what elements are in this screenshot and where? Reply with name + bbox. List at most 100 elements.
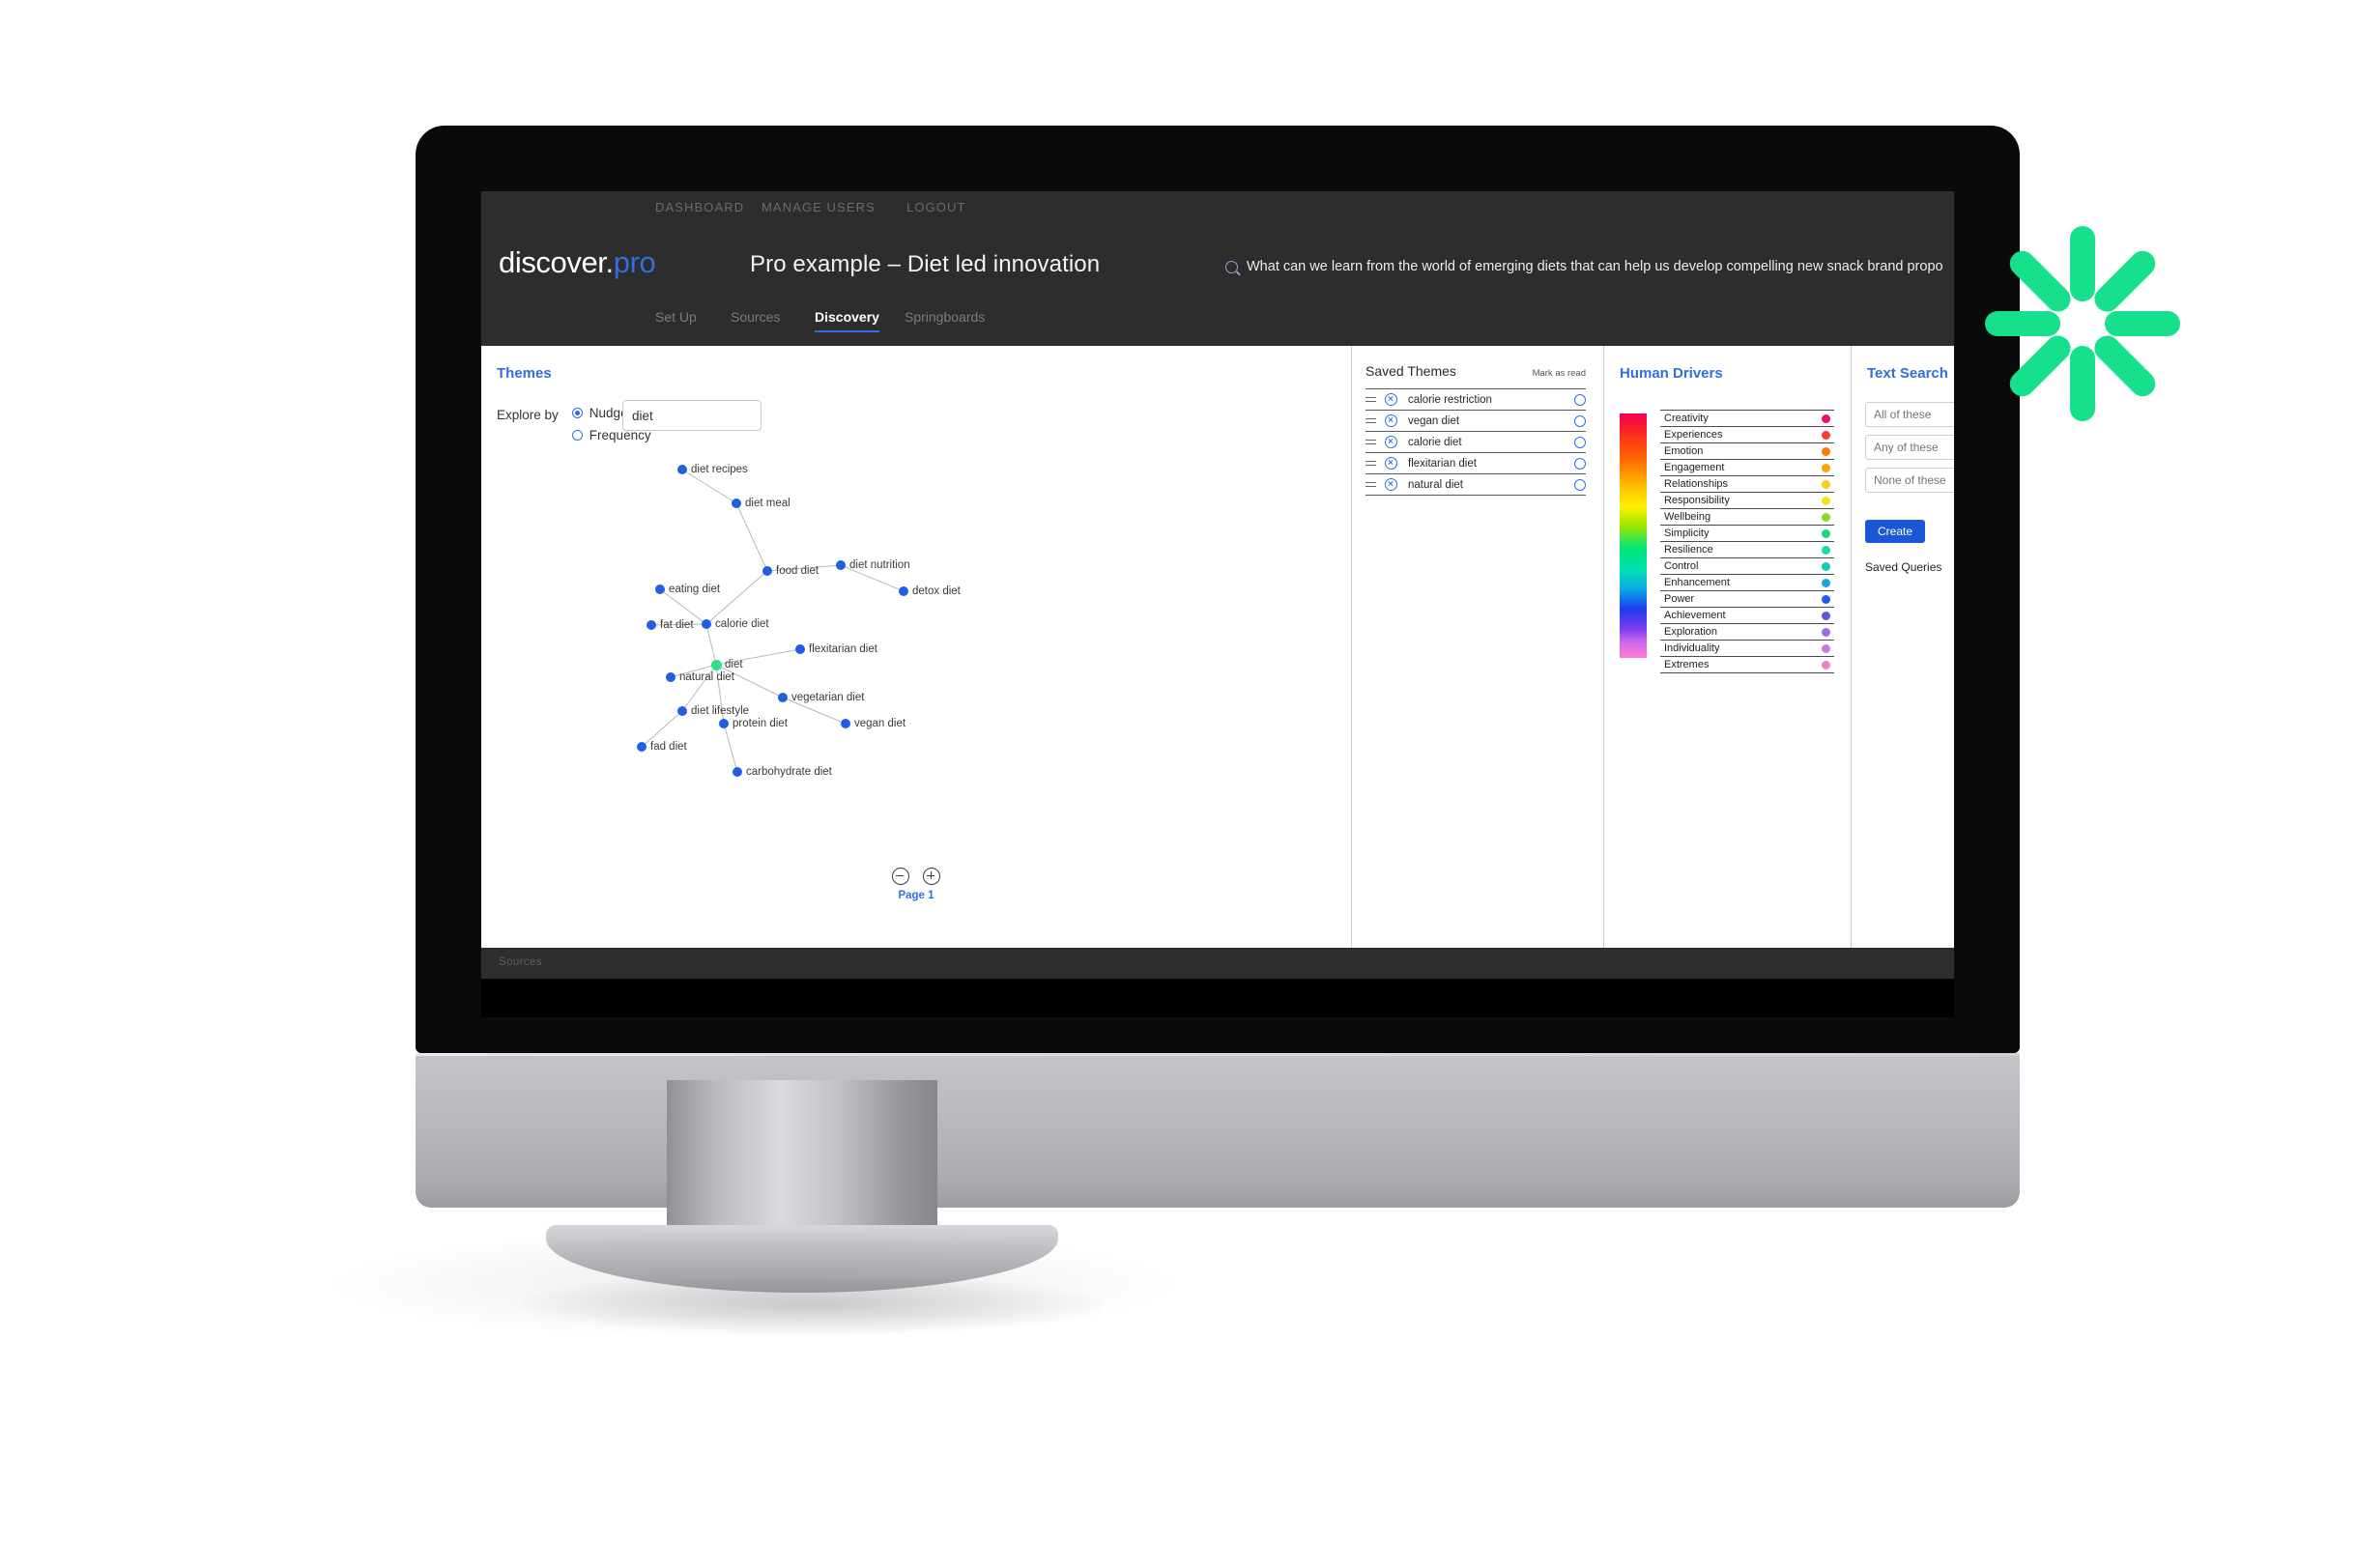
graph-node-carbohydrate-diet[interactable]: [733, 767, 742, 777]
saved-theme-label: natural diet: [1408, 478, 1463, 491]
human-driver-label: Achievement: [1664, 610, 1726, 621]
utility-nav-item-logout[interactable]: LOGOUT: [906, 200, 966, 214]
human-driver-label: Engagement: [1664, 462, 1725, 473]
human-driver-row[interactable]: Exploration: [1660, 623, 1834, 640]
graph-node-eating-diet[interactable]: [655, 584, 665, 594]
drag-handle-icon[interactable]: [1365, 459, 1376, 469]
saved-theme-row[interactable]: natural diet: [1365, 473, 1586, 496]
graph-node-diet[interactable]: [710, 659, 722, 670]
human-driver-row[interactable]: Emotion: [1660, 442, 1834, 459]
human-driver-row[interactable]: Enhancement: [1660, 574, 1834, 590]
human-driver-row[interactable]: Individuality: [1660, 640, 1834, 656]
human-driver-color-dot: [1822, 611, 1830, 620]
graph-node-label-calorie-diet: calorie diet: [715, 618, 769, 630]
graph-node-label-protein-diet: protein diet: [733, 718, 788, 729]
human-driver-color-dot: [1822, 446, 1830, 456]
graph-node-food-diet[interactable]: [762, 566, 772, 576]
human-driver-color-dot: [1822, 545, 1830, 555]
human-driver-row[interactable]: Extremes: [1660, 656, 1834, 673]
monitor: DASHBOARD MANAGE USERS LOGOUT discover.pro…: [416, 126, 2020, 1208]
human-driver-label: Enhancement: [1664, 577, 1730, 588]
radio-icon-frequency[interactable]: [571, 430, 583, 441]
graph-node-label-carbohydrate-diet: carbohydrate diet: [746, 766, 832, 778]
query-text: What can we learn from the world of emer…: [1247, 259, 1943, 274]
graph-node-protein-diet[interactable]: [719, 719, 729, 728]
drag-handle-icon[interactable]: [1365, 480, 1376, 490]
graph-node-diet-meal[interactable]: [732, 499, 741, 508]
graph-node-diet-lifestyle[interactable]: [677, 706, 687, 716]
brand-logo[interactable]: discover.pro: [499, 245, 656, 280]
create-button[interactable]: Create: [1865, 520, 1925, 543]
theme-search-input[interactable]: [622, 400, 762, 431]
graph-node-natural-diet[interactable]: [666, 672, 675, 682]
saved-theme-row[interactable]: calorie diet: [1365, 431, 1586, 452]
graph-node-label-diet-lifestyle: diet lifestyle: [691, 705, 750, 717]
human-driver-label: Simplicity: [1664, 527, 1710, 539]
graph-node-diet-nutrition[interactable]: [836, 560, 846, 570]
drag-handle-icon[interactable]: [1365, 416, 1376, 426]
delete-icon[interactable]: [1385, 414, 1397, 427]
human-driver-row[interactable]: Simplicity: [1660, 525, 1834, 541]
page-indicator[interactable]: Page 1: [898, 890, 934, 901]
any-of-these-input[interactable]: [1865, 435, 1954, 460]
graph-node-label-diet-meal: diet meal: [745, 498, 790, 509]
zoom-out-icon[interactable]: [892, 868, 909, 885]
saved-theme-row[interactable]: flexitarian diet: [1365, 452, 1586, 473]
drag-handle-icon[interactable]: [1365, 395, 1376, 405]
delete-icon[interactable]: [1385, 457, 1397, 470]
graph-node-calorie-diet[interactable]: [702, 619, 711, 629]
human-driver-row[interactable]: Creativity: [1660, 410, 1834, 426]
theme-graph[interactable]: diet recipes diet meal food diet diet nutri…: [481, 452, 1351, 839]
human-driver-row[interactable]: Experiences: [1660, 426, 1834, 442]
delete-icon[interactable]: [1385, 393, 1397, 406]
utility-nav-item-manage-users[interactable]: MANAGE USERS: [762, 200, 876, 214]
tab-springboards[interactable]: Springboards: [905, 309, 985, 330]
mark-read-radio[interactable]: [1574, 457, 1586, 470]
page-title: Pro example – Diet led innovation: [750, 251, 1101, 277]
zoom-in-icon[interactable]: [923, 868, 940, 885]
starburst-logo: [1981, 222, 2184, 425]
tab-discovery[interactable]: Discovery: [815, 309, 879, 332]
human-driver-row[interactable]: Responsibility: [1660, 492, 1834, 508]
search-icon: [1225, 260, 1238, 273]
graph-node-vegetarian-diet[interactable]: [778, 693, 788, 702]
utility-nav-item-dashboard[interactable]: DASHBOARD: [655, 200, 744, 214]
delete-icon[interactable]: [1385, 436, 1397, 448]
human-driver-row[interactable]: Relationships: [1660, 475, 1834, 492]
mark-as-read-button[interactable]: Mark as read: [1533, 368, 1586, 379]
saved-theme-row[interactable]: vegan diet: [1365, 410, 1586, 431]
tab-set-up[interactable]: Set Up: [655, 309, 697, 330]
human-driver-label: Emotion: [1664, 445, 1704, 457]
radio-icon-nudge[interactable]: [571, 408, 583, 418]
saved-theme-label: vegan diet: [1408, 414, 1460, 427]
mark-read-radio[interactable]: [1574, 414, 1586, 427]
text-search-panel: Text Search Create Saved Queries: [1852, 346, 1954, 948]
graph-node-vegan-diet[interactable]: [841, 719, 850, 728]
human-driver-row[interactable]: Resilience: [1660, 541, 1834, 557]
all-of-these-input[interactable]: [1865, 402, 1954, 427]
human-driver-row[interactable]: Achievement: [1660, 607, 1834, 623]
none-of-these-input[interactable]: [1865, 468, 1954, 493]
graph-node-flexitarian-diet[interactable]: [795, 644, 805, 654]
mark-read-radio[interactable]: [1574, 478, 1586, 491]
starburst-spoke: [2004, 245, 2076, 317]
graph-node-label-eating-diet: eating diet: [669, 584, 721, 595]
drag-handle-icon[interactable]: [1365, 438, 1376, 447]
delete-icon[interactable]: [1385, 478, 1397, 491]
human-drivers-list: Creativity Experiences Emotion Engagement Re…: [1660, 410, 1834, 673]
tab-sources[interactable]: Sources: [731, 309, 780, 330]
main-tabs: Set Up Sources Discovery Springboards: [481, 309, 1954, 342]
graph-node-detox-diet[interactable]: [899, 586, 908, 596]
footer-sources-label[interactable]: Sources: [499, 956, 542, 968]
graph-node-fat-diet[interactable]: [647, 620, 656, 630]
human-driver-row[interactable]: Engagement: [1660, 459, 1834, 475]
mark-read-radio[interactable]: [1574, 436, 1586, 448]
saved-theme-row[interactable]: calorie restriction: [1365, 388, 1586, 410]
mark-read-radio[interactable]: [1574, 393, 1586, 406]
human-driver-row[interactable]: Control: [1660, 557, 1834, 574]
graph-node-diet-recipes[interactable]: [677, 465, 687, 474]
graph-node-label-natural-diet: natural diet: [679, 671, 734, 683]
human-driver-row[interactable]: Power: [1660, 590, 1834, 607]
graph-node-fad-diet[interactable]: [637, 742, 647, 752]
human-driver-row[interactable]: Wellbeing: [1660, 508, 1834, 525]
